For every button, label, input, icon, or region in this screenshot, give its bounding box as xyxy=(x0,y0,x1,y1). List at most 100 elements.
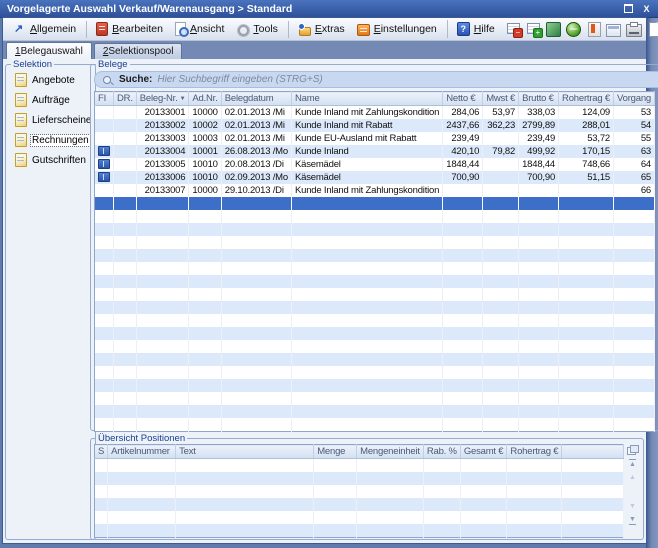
cell-empty xyxy=(114,314,137,327)
menu-tools[interactable]: Tools xyxy=(230,21,289,38)
menu-bearbeiten[interactable]: Bearbeiten xyxy=(90,20,169,38)
menu-hilfe[interactable]: Hilfe xyxy=(451,20,501,38)
scroll-down-icon[interactable]: ▼ xyxy=(626,501,639,512)
empty-row[interactable] xyxy=(95,262,655,275)
cell-empty xyxy=(483,236,519,249)
scroll-to-bottom-icon[interactable]: ▼ xyxy=(626,514,639,525)
table-row[interactable]: 201330041000126.08.2013 /MoKunde Inland4… xyxy=(95,145,655,158)
menu-allgemein[interactable]: Allgemein xyxy=(7,21,87,38)
column-header-brutto[interactable]: Brutto € xyxy=(519,92,559,106)
cell-empty xyxy=(95,210,114,223)
menu-label-tools: Tools xyxy=(253,23,278,35)
table-row[interactable]: 201330061001002.09.2013 /MoKäsemädel700,… xyxy=(95,171,655,184)
window-titlebar[interactable]: Vorgelagerte Auswahl Verkauf/Warenausgan… xyxy=(0,0,658,18)
empty-row[interactable] xyxy=(95,223,655,236)
column-header-menge[interactable]: Menge xyxy=(314,445,357,459)
menu-ansicht[interactable]: Ansicht xyxy=(169,20,230,38)
cell-empty xyxy=(357,498,424,511)
empty-row[interactable] xyxy=(95,511,624,524)
table-remove-icon[interactable] xyxy=(506,22,521,36)
empty-row[interactable] xyxy=(95,472,624,485)
cell-empty xyxy=(614,366,655,379)
cell-empty xyxy=(443,249,483,262)
column-header-rohertrag[interactable]: Rohertrag € xyxy=(559,92,614,106)
cell-empty xyxy=(95,262,114,275)
fibu-booked-icon xyxy=(98,159,110,169)
empty-row[interactable] xyxy=(95,366,655,379)
tab-belegauswahl[interactable]: 1 Belegauswahl xyxy=(6,42,92,59)
scroll-to-top-icon[interactable]: ▲ xyxy=(626,459,639,470)
empty-row[interactable] xyxy=(95,379,655,392)
table-row[interactable]: 201330071000029.10.2013 /DiKunde Inland … xyxy=(95,184,655,197)
empty-row[interactable] xyxy=(95,353,655,366)
empty-row[interactable] xyxy=(95,498,624,511)
tab-selektionspool[interactable]: 2 Selektionspool xyxy=(94,43,183,59)
column-header-rohertrag[interactable]: Rohertrag € xyxy=(507,445,562,459)
column-header-netto[interactable]: Netto € xyxy=(443,92,483,106)
cell-empty xyxy=(559,405,614,418)
archive-icon[interactable] xyxy=(546,22,561,37)
search-bar[interactable]: Suche: Hier Suchbegriff eingeben (STRG+S… xyxy=(94,71,658,88)
column-header-gesamt[interactable]: Gesamt € xyxy=(460,445,507,459)
cell-empty xyxy=(221,301,291,314)
cell-empty xyxy=(221,197,291,210)
menu-einstellungen[interactable]: Einstellungen xyxy=(351,20,448,38)
table-row[interactable]: 201330021000202.01.2013 /MiKunde Inland … xyxy=(95,119,655,132)
new-document-icon[interactable] xyxy=(649,22,658,37)
cell-empty xyxy=(136,223,189,236)
sidebar-item-auftraege[interactable]: Aufträge xyxy=(8,90,93,110)
empty-row[interactable] xyxy=(95,485,624,498)
column-chooser-icon[interactable] xyxy=(626,444,639,455)
search-label: Suche: xyxy=(119,74,152,85)
scroll-up-icon[interactable]: ▲ xyxy=(626,472,639,483)
column-header-adnr[interactable]: Ad.Nr. xyxy=(189,92,221,106)
globe-icon[interactable] xyxy=(566,22,581,37)
window-icon[interactable] xyxy=(606,24,621,37)
column-header-s[interactable]: S xyxy=(95,445,108,459)
window-body: AllgemeinBearbeitenAnsicht Tools ExtrasEin… xyxy=(3,18,646,543)
column-header-text[interactable]: Text xyxy=(176,445,314,459)
sidebar-item-angebote[interactable]: Angebote xyxy=(8,70,93,90)
empty-row[interactable] xyxy=(95,236,655,249)
column-header-filler[interactable] xyxy=(562,445,624,459)
empty-row[interactable] xyxy=(95,340,655,353)
table-add-icon[interactable] xyxy=(526,22,541,36)
column-header-name[interactable]: Name xyxy=(291,92,442,106)
empty-row[interactable] xyxy=(95,275,655,288)
table-row[interactable]: 201330051001020.08.2013 /DiKäsemädel1848… xyxy=(95,158,655,171)
sidebar-item-gutschriften[interactable]: Gutschriften xyxy=(8,150,93,170)
empty-row[interactable] xyxy=(95,405,655,418)
empty-row[interactable] xyxy=(95,459,624,473)
table-row[interactable]: 201330011000002.01.2013 /MiKunde Inland … xyxy=(95,106,655,120)
empty-row[interactable] xyxy=(95,288,655,301)
column-header-datum[interactable]: Belegdatum xyxy=(221,92,291,106)
column-header-rab[interactable]: Rab. % xyxy=(423,445,460,459)
empty-row[interactable] xyxy=(95,249,655,262)
empty-row[interactable] xyxy=(95,301,655,314)
empty-row[interactable] xyxy=(95,210,655,223)
restore-icon[interactable] xyxy=(621,2,636,15)
cell-empty xyxy=(114,418,137,432)
column-header-mengeneinheit[interactable]: Mengeneinheit xyxy=(357,445,424,459)
column-header-vorgang[interactable]: Vorgang xyxy=(614,92,655,106)
menu-extras[interactable]: Extras xyxy=(292,20,351,38)
close-icon[interactable]: X xyxy=(639,2,654,15)
table-row[interactable]: 201330031000302.01.2013 /MiKunde EU-Ausl… xyxy=(95,132,655,145)
empty-row[interactable] xyxy=(95,418,655,432)
empty-row[interactable] xyxy=(95,392,655,405)
empty-row[interactable] xyxy=(95,314,655,327)
column-header-mwst[interactable]: Mwst € xyxy=(483,92,519,106)
print-icon[interactable] xyxy=(626,24,642,37)
column-header-artikelnummer[interactable]: Artikelnummer xyxy=(108,445,176,459)
column-header-beleg[interactable]: Beleg-Nr.▼ xyxy=(136,92,189,106)
empty-row[interactable] xyxy=(95,524,624,538)
cell-brutto: 1848,44 xyxy=(519,158,559,171)
column-header-dr[interactable]: DR. xyxy=(114,92,137,106)
bookmark-icon[interactable] xyxy=(588,22,601,37)
sidebar-item-lieferscheine[interactable]: Lieferscheine xyxy=(8,110,93,130)
column-header-fi[interactable]: FI xyxy=(95,92,114,106)
selected-row[interactable] xyxy=(95,197,655,210)
cell-empty xyxy=(519,288,559,301)
sidebar-item-rechnungen[interactable]: Rechnungen xyxy=(8,130,93,150)
empty-row[interactable] xyxy=(95,327,655,340)
